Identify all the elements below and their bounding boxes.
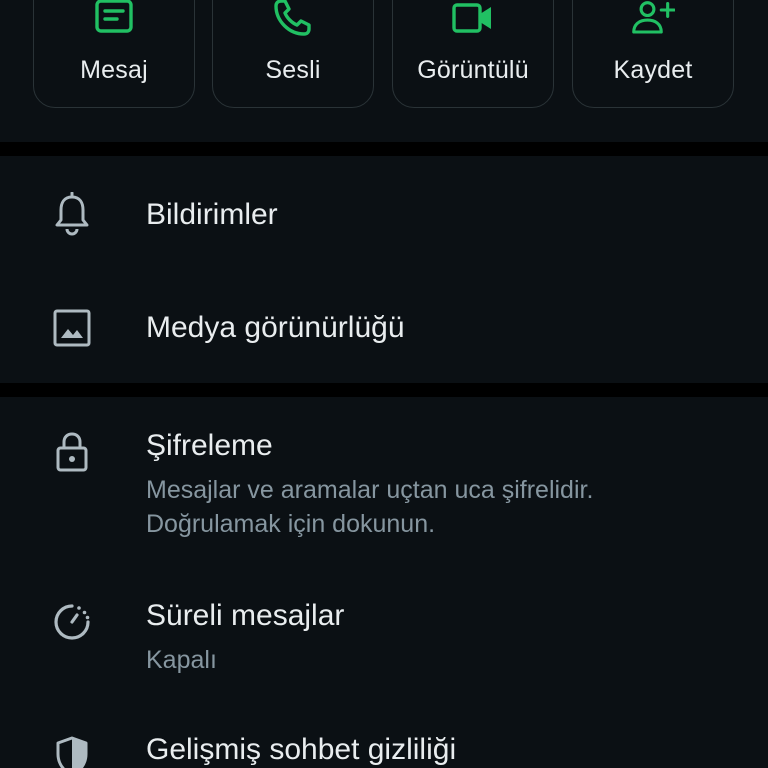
disappearing-messages-row[interactable] bbox=[0, 565, 768, 700]
encryption-description-line1: Mesajlar ve aramalar uçtan uca şifrelidi… bbox=[146, 476, 594, 504]
voice-call-button[interactable]: Sesli bbox=[212, 0, 374, 108]
message-button-label: Mesaj bbox=[80, 56, 148, 84]
section-divider bbox=[0, 383, 768, 397]
timer-icon bbox=[50, 600, 94, 644]
message-icon bbox=[92, 0, 136, 43]
contact-actions-panel: Mesaj Sesli Görüntülü Kaydet bbox=[0, 0, 768, 142]
encryption-label: Şifreleme bbox=[146, 429, 273, 462]
save-contact-button[interactable]: Kaydet bbox=[572, 0, 734, 108]
message-button[interactable]: Mesaj bbox=[33, 0, 195, 108]
video-camera-icon bbox=[451, 0, 495, 43]
video-call-button[interactable]: Görüntülü bbox=[392, 0, 554, 108]
advanced-chat-privacy-label: Gelişmiş sohbet gizliliği bbox=[146, 733, 457, 766]
encryption-description-line2: Doğrulamak için dokunun. bbox=[146, 510, 436, 538]
section-divider bbox=[0, 142, 768, 156]
voice-call-button-label: Sesli bbox=[265, 56, 321, 84]
phone-icon bbox=[271, 0, 315, 43]
bell-icon bbox=[50, 192, 94, 236]
notifications-label: Bildirimler bbox=[146, 198, 278, 231]
disappearing-messages-label: Süreli mesajlar bbox=[146, 599, 345, 632]
media-visibility-label: Medya görünürlüğü bbox=[146, 311, 405, 344]
add-person-icon bbox=[631, 0, 675, 43]
shield-icon bbox=[50, 734, 94, 768]
video-call-button-label: Görüntülü bbox=[417, 56, 529, 84]
image-icon bbox=[50, 306, 94, 350]
contact-info-screen: Mesaj Sesli Görüntülü Kaydet Bildirimler… bbox=[0, 0, 768, 768]
disappearing-messages-status: Kapalı bbox=[146, 646, 217, 674]
notifications-row[interactable] bbox=[0, 156, 768, 271]
save-contact-button-label: Kaydet bbox=[613, 56, 693, 84]
lock-icon bbox=[50, 430, 94, 474]
